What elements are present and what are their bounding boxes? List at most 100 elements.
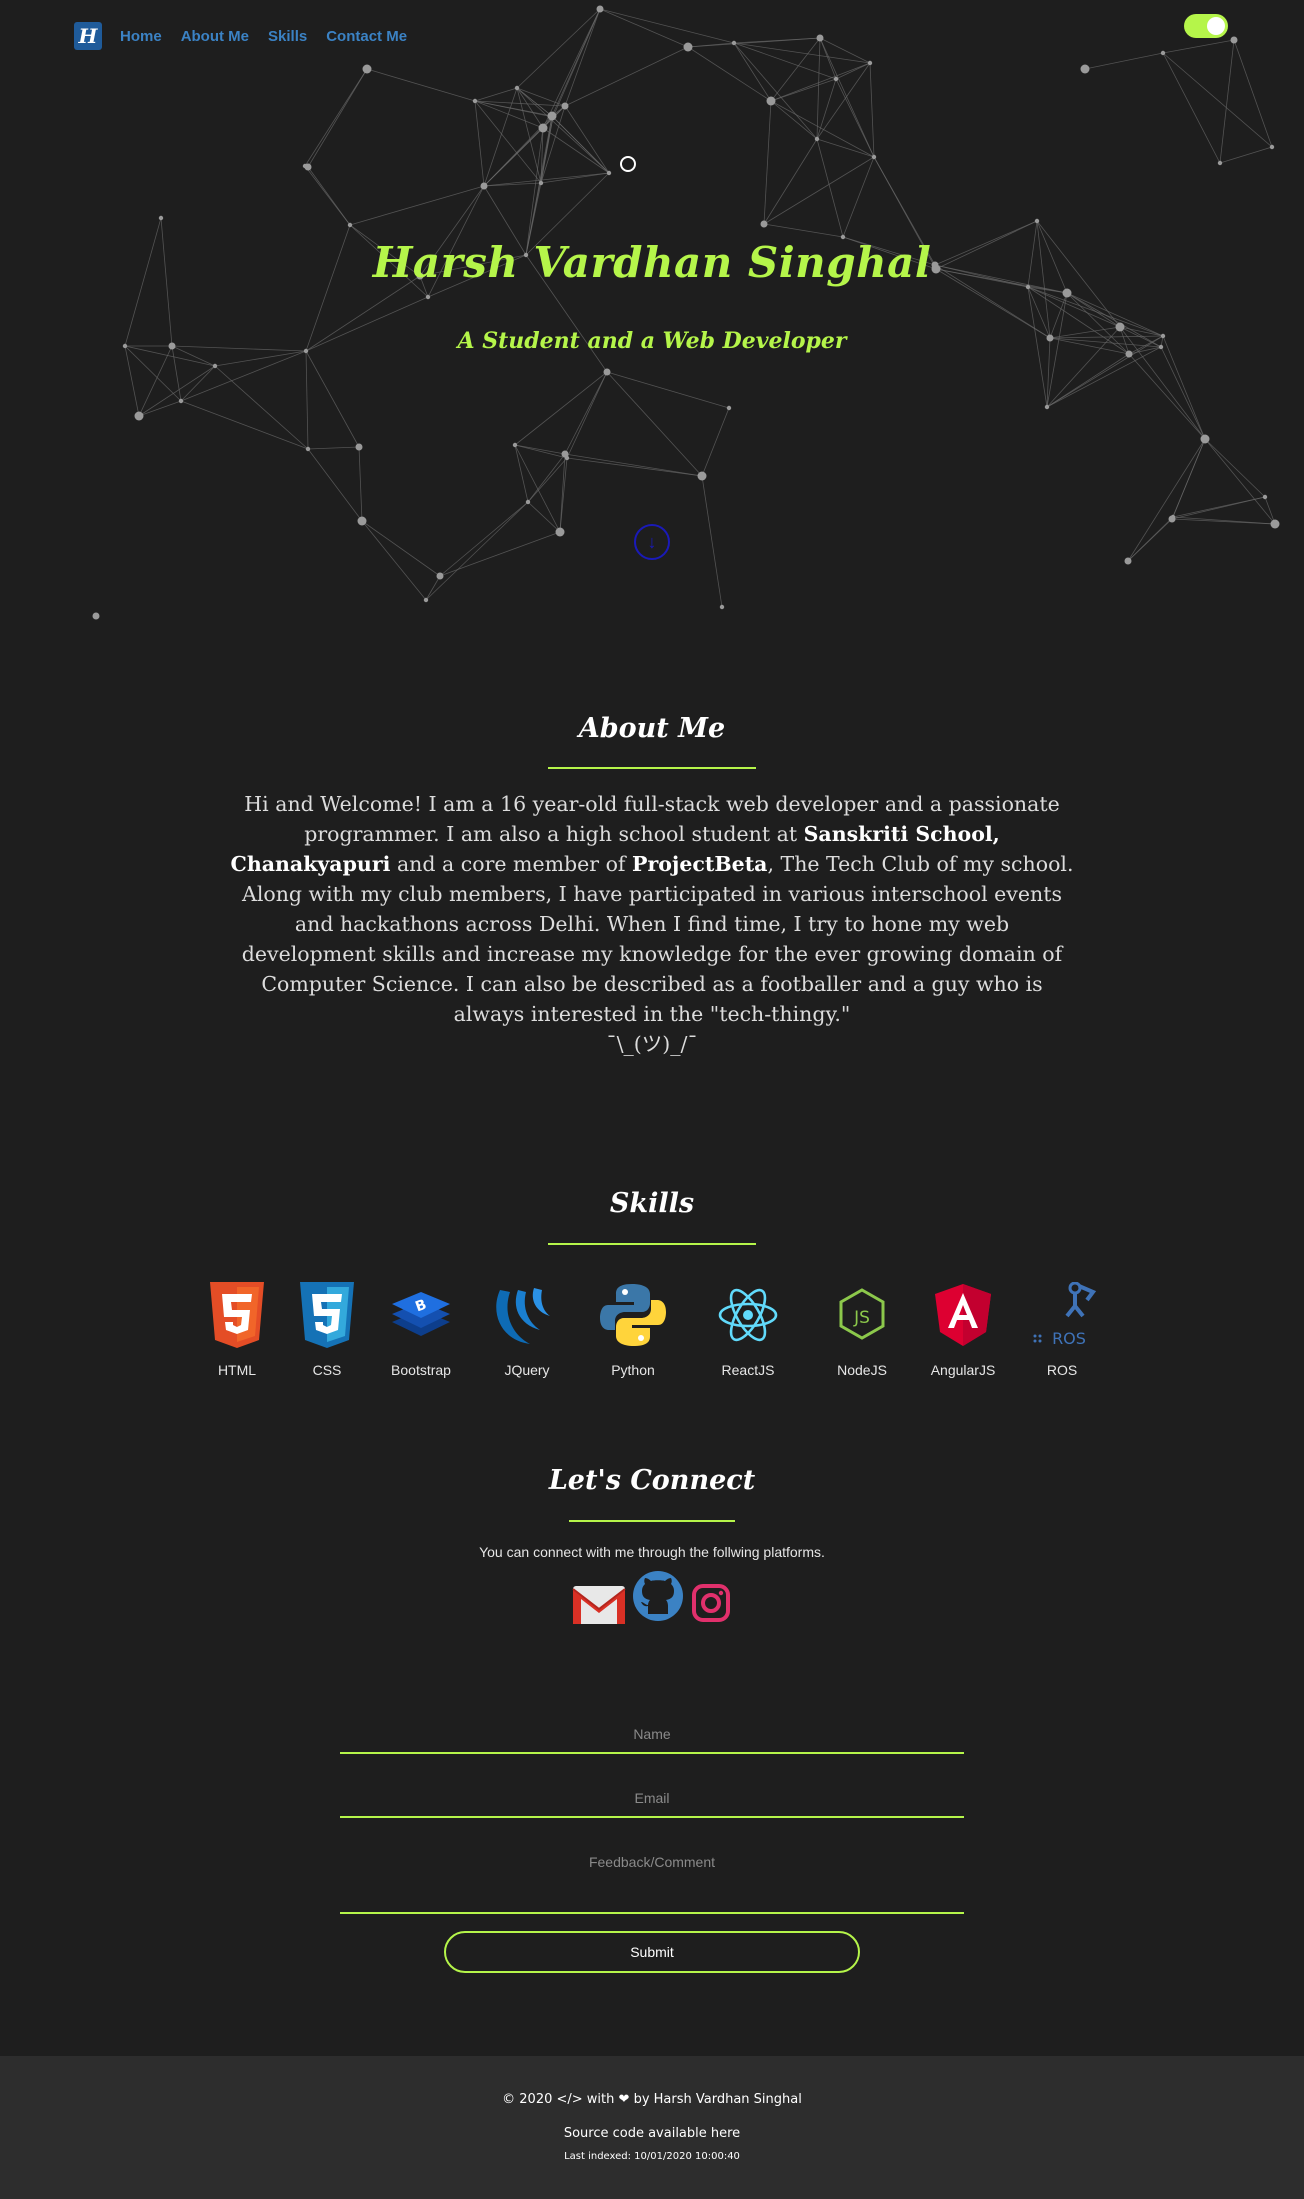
network-node (731, 40, 737, 46)
github-icon (633, 1571, 683, 1621)
network-edge (763, 100, 772, 225)
network-node (726, 405, 732, 411)
skill-label-python: Python (611, 1362, 655, 1378)
submit-button[interactable]: Submit (444, 1931, 860, 1973)
network-node (538, 180, 544, 186)
skill-angular: AngularJS (913, 1282, 1013, 1378)
gmail-link[interactable] (572, 1583, 626, 1630)
network-node (347, 222, 353, 228)
nav-link-skills[interactable]: Skills (268, 28, 307, 45)
comment-textarea[interactable] (340, 1844, 964, 1914)
name-input[interactable] (340, 1716, 964, 1754)
network-node (564, 455, 570, 461)
skill-label-html: HTML (217, 1362, 257, 1378)
bootstrap-icon: B (392, 1292, 450, 1336)
network-node (1034, 218, 1040, 224)
network-node (1160, 50, 1166, 56)
python-icon (600, 1284, 666, 1346)
github-link[interactable] (632, 1570, 684, 1627)
network-node (719, 604, 725, 610)
network-edge (514, 444, 566, 455)
network-edge (1127, 516, 1174, 562)
network-node (596, 5, 604, 13)
network-edge (483, 182, 542, 187)
skill-label-nodejs: NodeJS (837, 1362, 887, 1378)
footer: © 2020 </> with ❤ by Harsh Vardhan Singh… (0, 2056, 1304, 2199)
network-edge (770, 100, 818, 140)
connect-underline (569, 1520, 735, 1522)
network-edge (180, 365, 216, 402)
network-edge (425, 501, 529, 601)
network-edge (1204, 438, 1276, 525)
network-node (833, 76, 839, 82)
about-text-3: , The Tech Club of my school. Along with… (241, 852, 1074, 1026)
angular-icon (935, 1284, 991, 1346)
network-edge (307, 68, 368, 168)
network-node (1262, 494, 1268, 500)
network-edge (527, 457, 568, 503)
network-edge (1162, 52, 1221, 164)
nav-link-about[interactable]: About Me (181, 28, 249, 45)
network-edge (474, 100, 485, 187)
network-edge (564, 453, 703, 477)
network-node (525, 499, 531, 505)
skills-heading: Skills (609, 1188, 695, 1219)
network-edge (566, 371, 608, 459)
network-node (1269, 144, 1275, 150)
nav-link-contact[interactable]: Contact Me (326, 28, 407, 45)
site-logo[interactable]: H (74, 22, 102, 50)
network-node (357, 516, 367, 526)
network-edge (304, 68, 368, 167)
network-edge (525, 127, 544, 256)
nav-link-home[interactable]: Home (120, 28, 162, 45)
theme-toggle[interactable] (1184, 14, 1228, 38)
network-node (1080, 64, 1090, 74)
hero-section: H Home About Me Skills Contact Me Harsh … (0, 0, 1304, 640)
network-edge (349, 185, 485, 226)
network-edge (566, 457, 703, 477)
network-node (304, 163, 312, 171)
skill-css: CSS (277, 1282, 377, 1378)
network-node (683, 42, 693, 52)
network-node (550, 114, 556, 120)
network-edge (835, 78, 875, 158)
footer-credit: © 2020 </> with ❤ by Harsh Vardhan Singh… (0, 2092, 1304, 2107)
network-edge (770, 100, 875, 158)
html5-icon (210, 1282, 264, 1348)
network-edge (816, 78, 837, 140)
jquery-icon (496, 1288, 550, 1344)
network-node (1217, 160, 1223, 166)
network-node (514, 85, 520, 91)
instagram-link[interactable] (691, 1583, 731, 1628)
skill-bootstrap: B Bootstrap (371, 1282, 471, 1378)
shrug-emoticon: ¯\_(ツ)_/¯ (606, 1032, 698, 1056)
network-edge (1027, 286, 1068, 294)
skills-underline (548, 1243, 756, 1245)
network-node (538, 123, 548, 133)
connect-text: You can connect with me through the foll… (479, 1544, 825, 1560)
network-edge (816, 138, 844, 238)
network-node (472, 98, 478, 104)
network-node (555, 527, 565, 537)
skill-label-bootstrap: Bootstrap (391, 1362, 451, 1378)
network-edge (770, 78, 837, 102)
last-indexed: Last indexed: 10/01/2020 10:00:40 (564, 2151, 740, 2162)
network-node (480, 182, 488, 190)
network-node (814, 136, 820, 142)
network-edge (559, 457, 568, 533)
network-edge (307, 446, 360, 450)
scroll-down-button[interactable]: ↓ (634, 524, 670, 560)
network-edge (1219, 39, 1235, 164)
network-edge (1046, 346, 1162, 408)
network-node (871, 154, 877, 160)
network-edge (439, 501, 529, 577)
network-edge (307, 448, 363, 522)
network-edge (763, 156, 875, 225)
network-edge (124, 345, 140, 417)
email-input[interactable] (340, 1780, 964, 1818)
network-edge (527, 453, 566, 503)
source-code-link[interactable]: Source code available here (0, 2126, 1304, 2141)
network-edge (483, 172, 610, 187)
network-edge (763, 223, 844, 238)
network-edge (687, 46, 772, 102)
